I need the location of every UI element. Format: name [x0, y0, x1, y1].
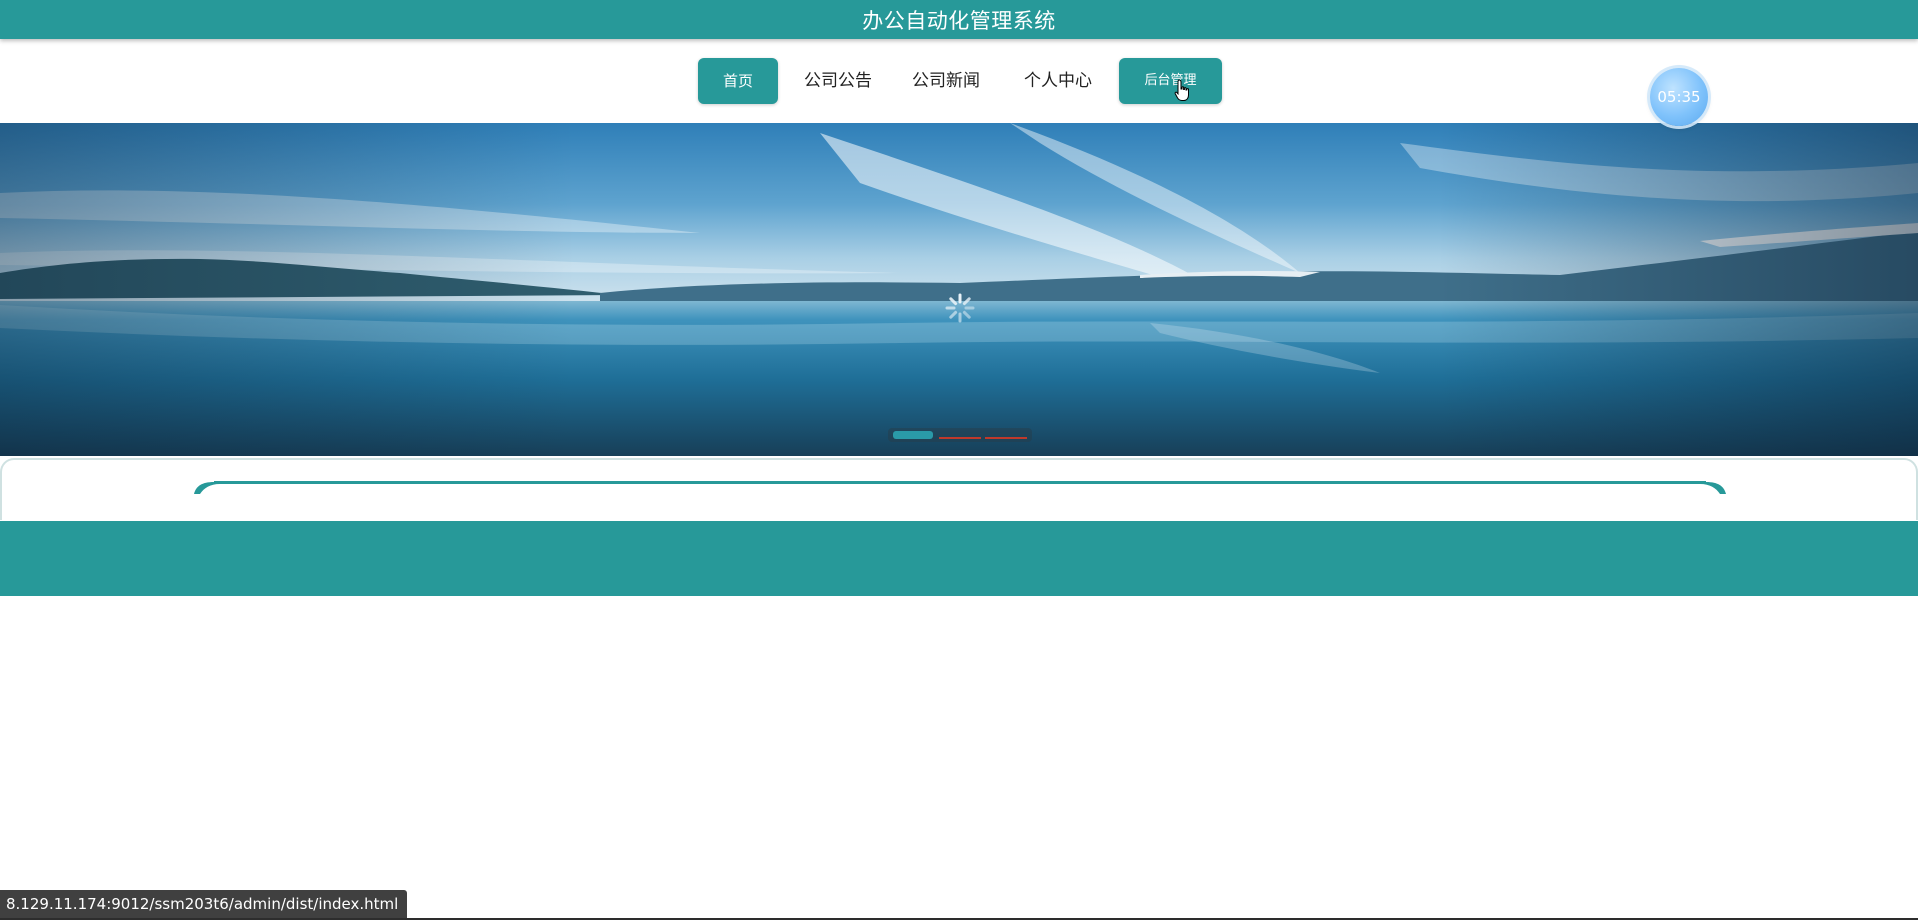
nav-item-announcements[interactable]: 公司公告 [796, 58, 880, 104]
nav-item-personal-center[interactable]: 个人中心 [1015, 58, 1101, 104]
carousel-dot-1[interactable] [893, 431, 933, 439]
browser-status-url: 8.129.11.174:9012/ssm203t6/admin/dist/in… [0, 890, 408, 918]
main-nav: 首页 公司公告 公司新闻 个人中心 后台管理 [0, 40, 1918, 123]
site-title: 办公自动化管理系统 [862, 8, 1056, 33]
carousel-dot-2[interactable] [939, 431, 981, 439]
site-title-bar: 办公自动化管理系统 [0, 0, 1918, 39]
nav-item-admin[interactable]: 后台管理 [1119, 58, 1222, 104]
banner-carousel [0, 123, 1918, 456]
loading-spinner-icon [945, 293, 975, 323]
hand-pointer-cursor-icon [1174, 79, 1189, 101]
banner-landscape-image [0, 123, 1918, 456]
clock-time: 05:35 [1657, 88, 1701, 106]
app-root: 办公自动化管理系统 首页 公司公告 公司新闻 个人中心 后台管理 05:35 8… [0, 0, 1918, 920]
carousel-dot-3[interactable] [985, 431, 1027, 439]
clock-widget: 05:35 [1650, 68, 1708, 126]
nav-item-news[interactable]: 公司新闻 [904, 58, 988, 104]
footer-bar [0, 521, 1918, 596]
carousel-indicators [888, 428, 1032, 442]
nav-item-home[interactable]: 首页 [698, 58, 778, 104]
content-section-header-frame [194, 481, 1726, 494]
status-url-text: 8.129.11.174:9012/ssm203t6/admin/dist/in… [6, 895, 399, 913]
